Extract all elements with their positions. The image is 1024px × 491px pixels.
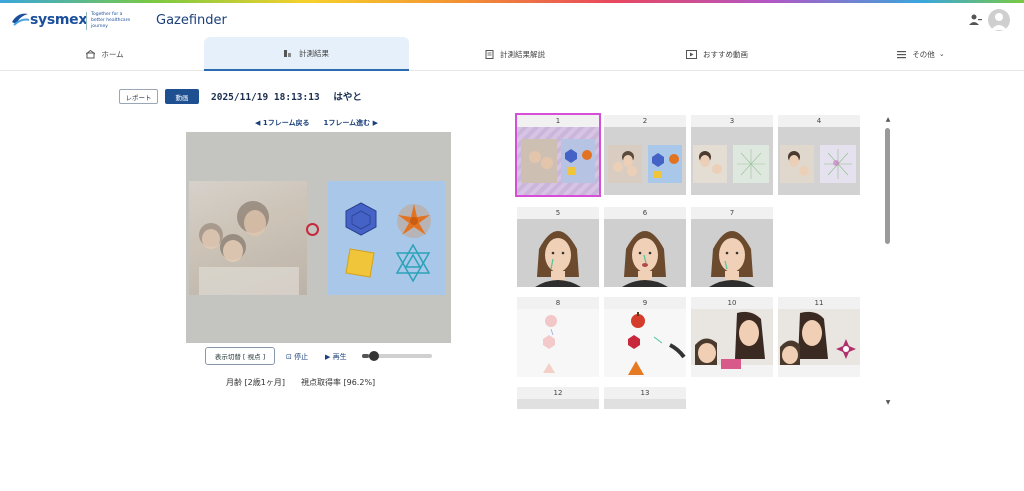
subject-name: はやと (333, 92, 362, 103)
session-info: 2025/11/19 18:13:13 はやと (211, 89, 362, 103)
scene-thumbnail[interactable]: 8 (517, 297, 599, 377)
report-button[interactable]: レポート (119, 89, 158, 104)
avatar-person-icon (991, 13, 1007, 30)
scene-thumbnail[interactable]: 6 (604, 207, 686, 287)
scene-thumbnail[interactable]: 2 (604, 115, 686, 195)
video-button[interactable]: 動画 (165, 89, 199, 104)
scene-thumbnail-list: 1 2 3 4 5 6 7 8 9 10 11 12 13 (515, 113, 861, 409)
scene-thumbnail[interactable]: 1 (515, 113, 601, 197)
menu-icon (897, 50, 907, 58)
tab-home[interactable]: ホーム (60, 37, 150, 71)
home-icon (86, 49, 96, 58)
book-icon (485, 49, 494, 59)
chart-icon (284, 49, 291, 57)
gaze-rate-text: 視点取得率 [96.2%] (300, 378, 376, 387)
scene-thumbnail[interactable]: 5 (517, 207, 599, 287)
play-button[interactable]: ▶ 再生 (325, 352, 347, 362)
playback-slider-thumb[interactable] (369, 351, 379, 361)
avatar[interactable] (988, 9, 1010, 31)
tab-explanation[interactable]: 計測結果解説 (470, 37, 560, 71)
scroll-thumb[interactable] (885, 128, 890, 244)
scene-thumbnail[interactable]: 13 (604, 387, 686, 409)
tab-recommended-videos-label: おすすめ動画 (703, 49, 748, 59)
header: sysmex Together for a better healthcare … (0, 3, 1024, 37)
stop-button[interactable]: ⊡ 停止 (286, 352, 308, 362)
tab-recommended-videos[interactable]: おすすめ動画 (672, 37, 762, 71)
frame-nav: ◀ 1フレーム戻る 1フレーム進む ▶ (255, 118, 378, 128)
tab-results[interactable]: 計測結果 (204, 37, 409, 71)
playback-slider[interactable] (362, 351, 432, 361)
scene-thumbnail[interactable]: 11 (778, 297, 860, 377)
family-photo-stimulus (189, 181, 307, 295)
play-label: 再生 (332, 353, 347, 361)
video-icon (686, 49, 697, 59)
logo-tagline: Together for a better healthcare journey (86, 12, 136, 30)
stats: 月齢 [2歳1ヶ月] 視点取得率 [96.2%] (226, 377, 375, 388)
tab-explanation-label: 計測結果解説 (500, 49, 545, 59)
video-stage[interactable] (186, 132, 451, 343)
age-text: 月齢 [2歳1ヶ月] (226, 378, 285, 387)
display-toggle-button[interactable]: 表示切替 [ 視点 ] (205, 347, 275, 365)
stop-icon: ⊡ (286, 353, 292, 361)
user-switch-icon[interactable] (968, 13, 982, 27)
scroll-down-icon[interactable]: ▼ (884, 399, 892, 406)
logo-text: sysmex (30, 12, 88, 28)
session-date: 2025/11/19 18:13:13 (211, 92, 320, 103)
tab-home-label: ホーム (101, 49, 124, 59)
gaze-point-marker (306, 223, 319, 236)
scroll-up-icon[interactable]: ▲ (884, 116, 892, 123)
thumbnail-scrollbar[interactable]: ▲ ▼ (884, 116, 892, 406)
tab-other-label: その他 (912, 49, 935, 59)
scene-thumbnail[interactable]: 12 (517, 387, 599, 409)
prev-frame-button[interactable]: ◀ 1フレーム戻る (255, 118, 309, 128)
chevron-down-icon: ⌄ (938, 50, 945, 58)
main-nav: ホーム 計測結果 計測結果解説 おすすめ動画 その他 ⌄ (0, 37, 1024, 71)
tab-other[interactable]: その他 ⌄ (886, 37, 956, 71)
geometric-stimulus (328, 181, 445, 295)
app-title: Gazefinder (156, 13, 227, 28)
play-icon: ▶ (325, 353, 331, 361)
sysmex-logo[interactable]: sysmex Together for a better healthcare … (10, 8, 146, 32)
tab-results-label: 計測結果 (299, 48, 329, 58)
scene-thumbnail[interactable]: 10 (691, 297, 773, 377)
playback-progress-fill (362, 354, 369, 358)
stop-label: 停止 (294, 353, 309, 361)
scene-thumbnail[interactable]: 7 (691, 207, 773, 287)
scene-thumbnail[interactable]: 3 (691, 115, 773, 195)
scene-thumbnail[interactable]: 9 (604, 297, 686, 377)
next-frame-button[interactable]: 1フレーム進む ▶ (323, 118, 377, 128)
scene-thumbnail[interactable]: 4 (778, 115, 860, 195)
logo-swoosh-icon (12, 13, 30, 26)
